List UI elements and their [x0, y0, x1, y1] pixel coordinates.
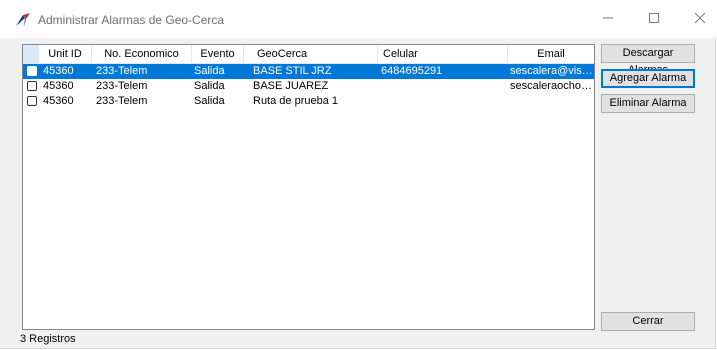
- cell-evento: Salida: [194, 95, 225, 107]
- maximize-button[interactable]: [631, 0, 677, 36]
- grid-header: Unit ID No. Economico Evento GeoCerca Ce…: [23, 45, 594, 64]
- cell-geocerca: Ruta de prueba 1: [253, 95, 339, 107]
- close-window-button[interactable]: [677, 0, 717, 36]
- cell-celular: [381, 94, 505, 109]
- download-alarms-button[interactable]: Descargar Alarmas: [601, 44, 695, 76]
- cell-email: [510, 94, 594, 109]
- add-alarm-button[interactable]: Agregar Alarma: [601, 69, 695, 88]
- row-checkbox[interactable]: [27, 96, 37, 106]
- cell-unit-id: 45360: [43, 80, 74, 92]
- column-header-no-economico[interactable]: No. Economico: [92, 45, 192, 63]
- app-geofence-icon: [14, 11, 32, 29]
- close-button[interactable]: Cerrar: [601, 312, 695, 331]
- close-icon: [694, 12, 706, 24]
- cell-geocerca: BASE STIL JRZ: [253, 65, 332, 77]
- minimize-icon: [603, 17, 613, 19]
- cell-evento: Salida: [194, 80, 225, 92]
- window-title: Administrar Alarmas de Geo-Cerca: [38, 13, 225, 27]
- table-row[interactable]: 45360 233-Telem Salida BASE JUAREZ sesca…: [23, 79, 594, 94]
- title-bar[interactable]: Administrar Alarmas de Geo-Cerca: [0, 0, 716, 38]
- cell-no-economico: 233-Telem: [96, 95, 148, 107]
- window: Administrar Alarmas de Geo-Cerca Unit ID…: [0, 0, 716, 349]
- row-checkbox[interactable]: [27, 81, 37, 91]
- minimize-button[interactable]: [585, 0, 631, 36]
- cell-celular: [381, 79, 505, 94]
- table-row[interactable]: 45360 233-Telem Salida BASE STIL JRZ 648…: [23, 64, 594, 79]
- delete-alarm-button[interactable]: Eliminar Alarma: [601, 94, 695, 113]
- table-row[interactable]: 45360 233-Telem Salida Ruta de prueba 1: [23, 94, 594, 109]
- column-header-geocerca[interactable]: GeoCerca: [244, 45, 378, 63]
- column-header-unit-id[interactable]: Unit ID: [39, 45, 92, 63]
- cell-no-economico: 233-Telem: [96, 65, 148, 77]
- row-header-corner[interactable]: [23, 45, 39, 63]
- cell-celular: 6484695291: [381, 65, 443, 77]
- column-header-email[interactable]: Email: [508, 45, 594, 63]
- records-count: 3 Registros: [20, 333, 76, 345]
- column-header-celular[interactable]: Celular: [378, 45, 508, 63]
- cell-unit-id: 45360: [43, 65, 74, 77]
- cell-evento: Salida: [194, 65, 225, 77]
- cell-email: sescalera@vision...: [510, 65, 594, 77]
- maximize-icon: [649, 13, 659, 23]
- cell-no-economico: 233-Telem: [96, 80, 148, 92]
- alarms-grid[interactable]: Unit ID No. Economico Evento GeoCerca Ce…: [22, 44, 595, 330]
- cell-unit-id: 45360: [43, 95, 74, 107]
- cell-geocerca: BASE JUAREZ: [253, 80, 329, 92]
- column-header-evento[interactable]: Evento: [192, 45, 244, 63]
- cell-email: sescaleraochoa...: [510, 80, 594, 92]
- row-checkbox[interactable]: [27, 66, 37, 76]
